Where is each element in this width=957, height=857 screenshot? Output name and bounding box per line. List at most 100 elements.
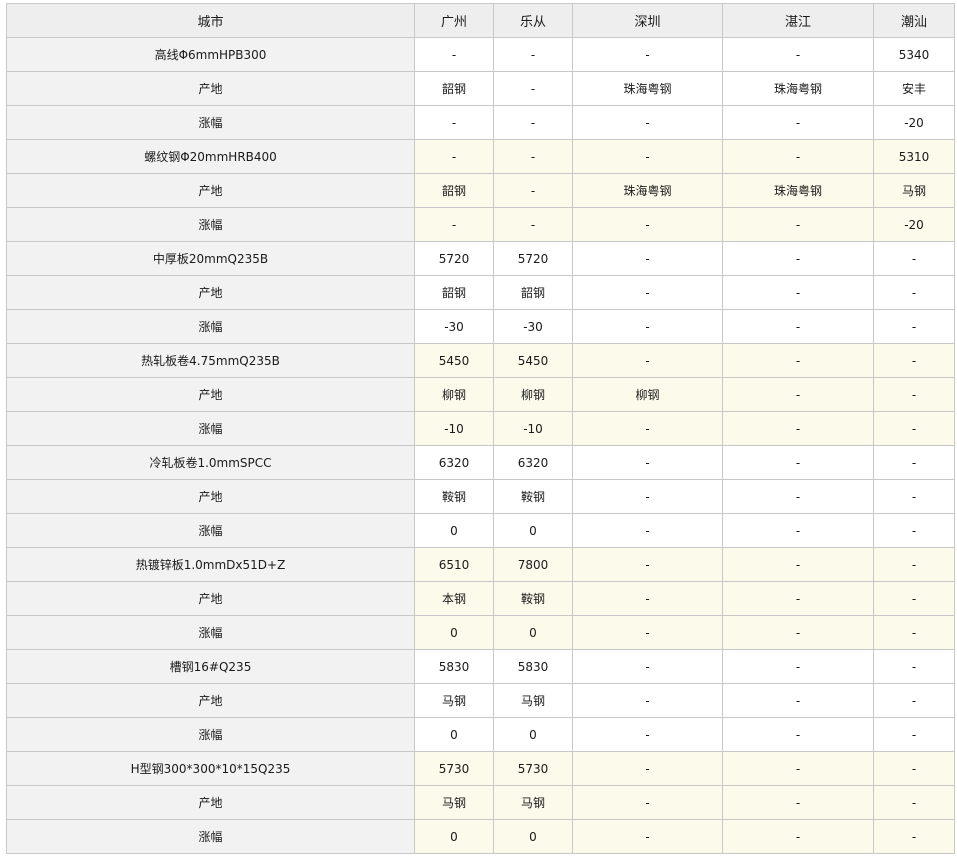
cell-shenzhen: - (572, 649, 723, 684)
cell-zhanjiang: - (722, 581, 874, 616)
row-label: 冷轧板卷1.0mmSPCC (6, 445, 415, 480)
cell-guangzhou: - (414, 105, 494, 140)
cell-guangzhou: 5730 (414, 751, 494, 786)
cell-chaoshan: - (873, 615, 955, 650)
cell-zhanjiang: 珠海粤钢 (722, 71, 874, 106)
header-row: 城市 广州 乐从 深圳 湛江 潮汕 (6, 3, 955, 38)
cell-shenzhen: - (572, 309, 723, 344)
cell-chaoshan: -20 (873, 105, 955, 140)
cell-guangzhou: 马钢 (414, 683, 494, 718)
cell-shenzhen: - (572, 479, 723, 514)
cell-zhanjiang: - (722, 411, 874, 446)
cell-chaoshan: - (873, 445, 955, 480)
row-label: 产地 (6, 581, 415, 616)
cell-lecong: 鞍钢 (493, 581, 573, 616)
table-row: 高线Φ6mmHPB300- - - -5340 (6, 37, 955, 72)
cell-lecong: 鞍钢 (493, 479, 573, 514)
cell-zhanjiang: - (722, 445, 874, 480)
cell-shenzhen: - (572, 241, 723, 276)
cell-guangzhou: - (414, 207, 494, 242)
cell-chaoshan: - (873, 683, 955, 718)
cell-chaoshan: 马钢 (873, 173, 955, 208)
cell-chaoshan: 5310 (873, 139, 955, 174)
cell-lecong: 0 (493, 819, 573, 854)
cell-shenzhen: - (572, 819, 723, 854)
row-label: 产地 (6, 785, 415, 820)
table-row: 槽钢16#Q235 5830 5830- - - (6, 649, 955, 684)
row-label: 涨幅 (6, 615, 415, 650)
header-shenzhen: 深圳 (572, 3, 723, 38)
cell-lecong: 5450 (493, 343, 573, 378)
table-row: 涨幅 - - - - -20 (6, 105, 955, 140)
cell-chaoshan: - (873, 513, 955, 548)
cell-lecong: 马钢 (493, 683, 573, 718)
cell-shenzhen: - (572, 139, 723, 174)
row-label: 中厚板20mmQ235B (6, 241, 415, 276)
table-row: 涨幅 - - - - -20 (6, 207, 955, 242)
cell-lecong: - (493, 71, 573, 106)
table-body: 高线Φ6mmHPB300- - - -5340 产地 韶钢 - 珠海粤钢 珠海粤钢 安丰 涨幅 - - -… (6, 37, 955, 854)
cell-zhanjiang: - (722, 683, 874, 718)
cell-lecong: 5830 (493, 649, 573, 684)
cell-shenzhen: 珠海粤钢 (572, 173, 723, 208)
cell-shenzhen: - (572, 207, 723, 242)
cell-guangzhou: 鞍钢 (414, 479, 494, 514)
cell-lecong: 5730 (493, 751, 573, 786)
cell-guangzhou: 0 (414, 513, 494, 548)
table-row: 冷轧板卷1.0mmSPCC 6320 6320- - - (6, 445, 955, 480)
cell-guangzhou: 6320 (414, 445, 494, 480)
cell-chaoshan: - (873, 547, 955, 582)
cell-chaoshan: - (873, 751, 955, 786)
table-row: 涨幅 0 0- - - (6, 819, 955, 854)
row-label: 产地 (6, 479, 415, 514)
cell-lecong: - (493, 37, 573, 72)
cell-lecong: - (493, 207, 573, 242)
cell-guangzhou: 柳钢 (414, 377, 494, 412)
cell-lecong: 6320 (493, 445, 573, 480)
cell-chaoshan: - (873, 411, 955, 446)
cell-lecong: 0 (493, 513, 573, 548)
row-label: 槽钢16#Q235 (6, 649, 415, 684)
cell-shenzhen: - (572, 105, 723, 140)
cell-chaoshan: 5340 (873, 37, 955, 72)
cell-zhanjiang: - (722, 547, 874, 582)
price-table-container: 城市 广州 乐从 深圳 湛江 潮汕 高线Φ6mmHPB300- - - -5340 产地… (6, 3, 955, 854)
cell-shenzhen: - (572, 275, 723, 310)
cell-chaoshan: - (873, 717, 955, 752)
cell-guangzhou: 韶钢 (414, 275, 494, 310)
cell-lecong: 0 (493, 717, 573, 752)
cell-guangzhou: 韶钢 (414, 71, 494, 106)
cell-guangzhou: 本钢 (414, 581, 494, 616)
cell-zhanjiang: - (722, 785, 874, 820)
cell-zhanjiang: 珠海粤钢 (722, 173, 874, 208)
cell-chaoshan: - (873, 309, 955, 344)
row-label: 螺纹钢Φ20mmHRB400 (6, 139, 415, 174)
table-row: 产地 鞍钢 鞍钢 - - - (6, 479, 955, 514)
cell-zhanjiang: - (722, 343, 874, 378)
cell-zhanjiang: - (722, 37, 874, 72)
row-label: 涨幅 (6, 717, 415, 752)
cell-chaoshan: - (873, 377, 955, 412)
cell-shenzhen: - (572, 513, 723, 548)
cell-lecong: 7800 (493, 547, 573, 582)
cell-guangzhou: 马钢 (414, 785, 494, 820)
header-city: 城市 (6, 3, 415, 38)
table-row: 涨幅 -30 -30- - - (6, 309, 955, 344)
table-row: 涨幅 0 0- - - (6, 615, 955, 650)
cell-shenzhen: - (572, 615, 723, 650)
cell-zhanjiang: - (722, 207, 874, 242)
cell-zhanjiang: - (722, 819, 874, 854)
cell-chaoshan: - (873, 581, 955, 616)
cell-shenzhen: - (572, 445, 723, 480)
header-zhanjiang: 湛江 (722, 3, 874, 38)
cell-shenzhen: 柳钢 (572, 377, 723, 412)
cell-zhanjiang: - (722, 377, 874, 412)
cell-guangzhou: 0 (414, 615, 494, 650)
cell-lecong: 0 (493, 615, 573, 650)
row-label: 涨幅 (6, 105, 415, 140)
cell-zhanjiang: - (722, 139, 874, 174)
cell-zhanjiang: - (722, 241, 874, 276)
cell-zhanjiang: - (722, 615, 874, 650)
row-label: 产地 (6, 683, 415, 718)
table-row: 涨幅 -10 -10- - - (6, 411, 955, 446)
